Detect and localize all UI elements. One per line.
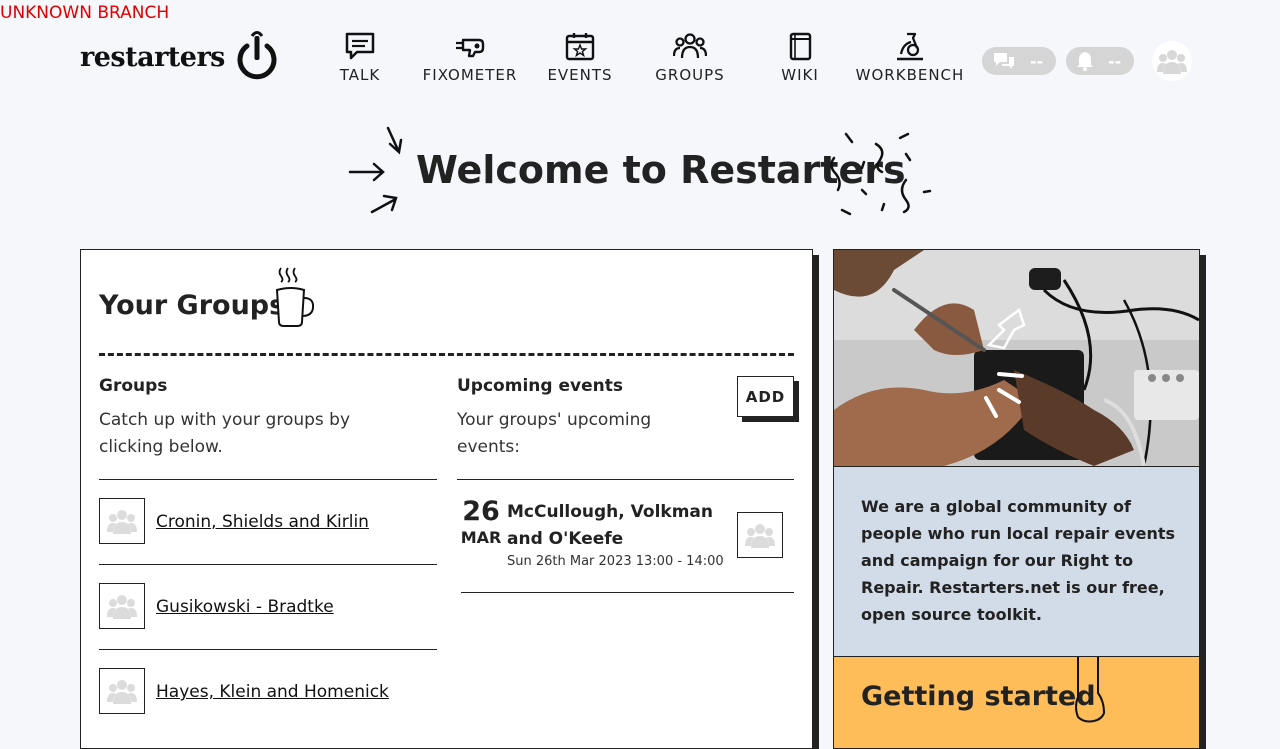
user-group-icon	[745, 524, 775, 548]
event-month: MAR	[460, 528, 502, 547]
nav-label-groups: GROUPS	[655, 66, 725, 84]
nav-label-events: EVENTS	[547, 66, 613, 84]
divider	[461, 592, 794, 593]
bell-icon	[1077, 52, 1093, 71]
nav-label-fixometer: FIXOMETER	[422, 66, 518, 84]
nav-fixometer[interactable]: FIXOMETER	[410, 30, 530, 84]
notifications-button[interactable]: --	[1066, 47, 1134, 75]
user-group-icon	[107, 680, 137, 704]
nav-wiki[interactable]: WIKI	[740, 30, 860, 84]
restarters-logo[interactable]: restarters	[80, 30, 281, 82]
branch-warning: UNKNOWN BRANCH	[0, 3, 170, 23]
workbench-icon	[897, 32, 923, 61]
user-group-icon	[107, 595, 137, 619]
user-avatar[interactable]	[1152, 41, 1192, 81]
getting-started-section: Getting started	[834, 656, 1199, 748]
notification-count: --	[1108, 51, 1122, 71]
section-divider	[99, 353, 794, 356]
divider	[99, 479, 437, 480]
events-description: Your groups' upcoming events:	[457, 410, 652, 457]
fixometer-icon	[456, 38, 485, 58]
talk-icon	[345, 32, 375, 60]
event-day: 26	[462, 496, 500, 527]
logo-text: restarters	[80, 41, 225, 73]
group-link[interactable]: Hayes, Klein and Homenick	[156, 682, 389, 702]
add-event-button[interactable]: ADD	[737, 376, 794, 417]
talk-count: --	[1030, 51, 1044, 71]
nav-talk[interactable]: TALK	[300, 30, 420, 84]
nav-groups[interactable]: GROUPS	[630, 30, 750, 84]
nav-events[interactable]: EVENTS	[520, 30, 640, 84]
divider	[99, 649, 437, 650]
mug-icon	[275, 267, 315, 327]
nav-label-wiki: WIKI	[781, 66, 819, 84]
arrows-doodle	[348, 126, 403, 214]
nav-label-talk: TALK	[339, 66, 381, 84]
repair-photo	[834, 250, 1199, 466]
event-datetime: Sun 26th Mar 2023 13:00 - 14:00	[507, 554, 724, 569]
intro-section: We are a global community of people who …	[834, 466, 1199, 657]
groups-icon	[673, 33, 707, 59]
event-title-link[interactable]: McCullough, Volkman and O'Keefe	[507, 499, 727, 553]
nav-workbench[interactable]: WORKBENCH	[850, 30, 970, 84]
group-thumbnail[interactable]	[99, 498, 145, 544]
group-thumbnail[interactable]	[99, 583, 145, 629]
user-group-icon	[1157, 50, 1187, 74]
your-groups-title: Your Groups	[99, 290, 286, 321]
events-icon	[565, 33, 595, 61]
sidebar-panel: We are a global community of people who …	[833, 249, 1200, 749]
events-heading: Upcoming events	[457, 376, 623, 396]
intro-text: We are a global community of people who …	[861, 497, 1176, 624]
getting-started-title: Getting started	[861, 681, 1096, 712]
squiggles-doodle	[830, 132, 932, 216]
wiki-icon	[789, 32, 812, 61]
groups-description: Catch up with your groups by clicking be…	[99, 410, 351, 457]
group-link[interactable]: Cronin, Shields and Kirlin	[156, 512, 369, 532]
power-icon	[237, 31, 277, 80]
divider	[99, 564, 437, 565]
divider	[457, 479, 794, 480]
talk-notifications-button[interactable]: --	[982, 47, 1056, 75]
event-group-thumbnail[interactable]	[737, 512, 783, 558]
your-groups-card: Your Groups Groups Catch up with your gr…	[80, 249, 813, 749]
groups-heading: Groups	[99, 376, 168, 396]
chat-bubbles-icon	[994, 53, 1014, 69]
nav-label-workbench: WORKBENCH	[855, 66, 965, 84]
group-link[interactable]: Gusikowski - Bradtke	[156, 597, 334, 617]
hand-doodle	[1075, 657, 1106, 723]
group-thumbnail[interactable]	[99, 668, 145, 714]
user-group-icon	[107, 510, 137, 534]
